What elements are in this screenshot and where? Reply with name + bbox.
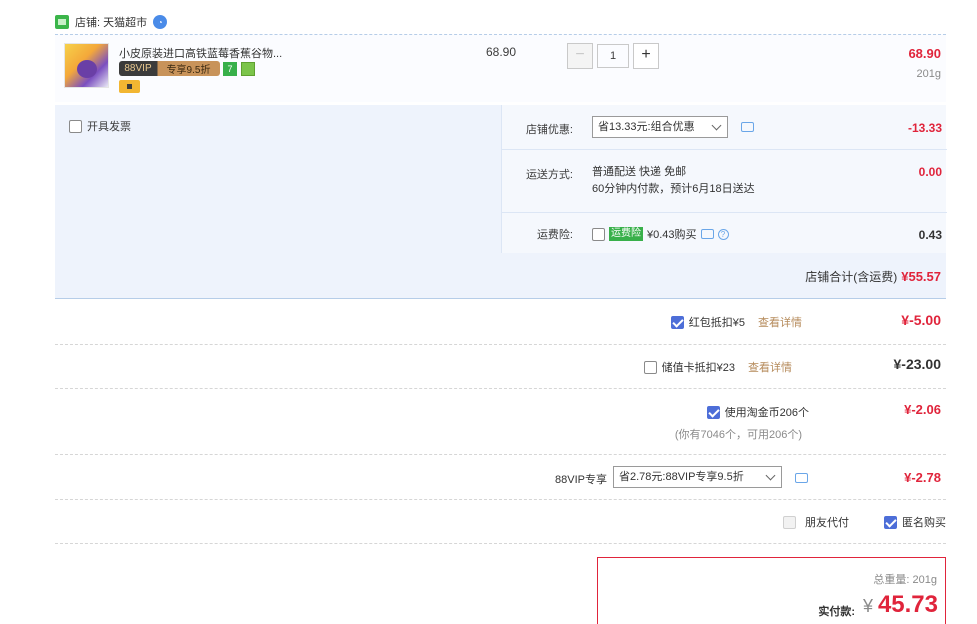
- stored-card-checkbox[interactable]: [643, 360, 657, 374]
- vip88-amount: ¥-2.78: [904, 470, 941, 485]
- shop-discount-label: 店铺优惠:: [525, 124, 573, 136]
- service-badge-icon: [241, 62, 255, 76]
- anonymous-option[interactable]: 匿名购买: [884, 514, 946, 530]
- anonymous-label: 匿名购买: [902, 517, 946, 529]
- shop-total-amount: ¥55.57: [901, 269, 941, 284]
- anonymous-checkbox[interactable]: [884, 515, 897, 529]
- comment-icon[interactable]: [795, 473, 808, 483]
- taojinbi-option[interactable]: 使用淘金币206个: [706, 404, 809, 420]
- payment-options-row: 朋友代付 匿名购买: [55, 500, 946, 544]
- item-weight: 201g: [916, 68, 941, 80]
- card-payment-icon: [119, 80, 140, 93]
- shipping-method: 普通配送 快递 免邮: [592, 166, 687, 178]
- insurance-row: 运费险: 运费险 ¥0.43购买 ? 0.43: [502, 213, 947, 253]
- stored-card-label: 储值卡抵扣¥23: [661, 362, 735, 374]
- invoice-label: 开具发票: [87, 121, 131, 133]
- shipping-info: 普通配送 快递 免邮 60分钟内付款，预计6月18日送达: [592, 164, 755, 198]
- stored-card-amount: ¥-23.00: [893, 356, 941, 372]
- quantity-decrease-button[interactable]: −: [567, 43, 593, 69]
- shop-name[interactable]: 店铺: 天猫超市: [75, 14, 147, 30]
- shop-icon: [55, 15, 69, 29]
- total-weight: 总重量: 201g: [873, 574, 937, 586]
- vip88-label: 88VIP专享: [555, 474, 607, 486]
- vip-tag-prefix: 88VIP: [124, 63, 152, 74]
- invoice-option[interactable]: 开具发票: [69, 118, 131, 134]
- stored-card-option[interactable]: 储值卡抵扣¥23 查看详情: [643, 359, 792, 375]
- friend-pay-checkbox[interactable]: [783, 515, 796, 529]
- red-packet-details-link[interactable]: 查看详情: [758, 314, 802, 330]
- unit-price: 68.90: [486, 45, 517, 59]
- red-packet-checkbox[interactable]: [670, 315, 684, 329]
- vip-tag-discount: 专享9.5折: [166, 65, 211, 76]
- currency-symbol: ¥: [862, 596, 873, 616]
- red-packet-amount: ¥-5.00: [901, 312, 941, 328]
- seven-day-return-icon: 7: [223, 62, 237, 76]
- item-subtotal: 68.90: [908, 46, 941, 61]
- insurance-tag: 运费险: [609, 227, 643, 241]
- quantity-increase-button[interactable]: +: [633, 43, 659, 69]
- shop-detail-panel: 店铺优惠: 省13.33元:组合优惠 -13.33 运送方式: 普通配送 快递 …: [501, 105, 947, 253]
- stored-card-details-link[interactable]: 查看详情: [748, 359, 792, 375]
- shop-discount-amount: -13.33: [907, 121, 942, 135]
- quantity-input[interactable]: 1: [597, 44, 629, 68]
- vip88-discount-select[interactable]: 省2.78元:88VIP专享9.5折: [613, 466, 782, 488]
- vip-discount-tag: 88VIP 专享9.5折: [119, 61, 220, 76]
- red-packet-row: 红包抵扣¥5 查看详情 ¥-5.00: [55, 300, 946, 345]
- taojinbi-amount: ¥-2.06: [904, 402, 941, 417]
- product-thumbnail[interactable]: [64, 43, 109, 88]
- friend-pay-option[interactable]: 朋友代付: [783, 514, 849, 530]
- insurance-label: 运费险:: [536, 229, 573, 241]
- insurance-amount: 0.43: [918, 228, 942, 242]
- taojinbi-checkbox[interactable]: [706, 405, 720, 419]
- shop-options-panel: 开具发票 店铺优惠: 省13.33元:组合优惠 -13.33 运送方式: 普通配…: [55, 105, 947, 299]
- red-packet-option[interactable]: 红包抵扣¥5 查看详情: [670, 314, 802, 330]
- taojinbi-row: 使用淘金币206个 (你有7046个，可用206个) ¥-2.06: [55, 389, 946, 455]
- wangwang-chat-icon[interactable]: ◔: [153, 15, 168, 29]
- insurance-option: 运费险 ¥0.43购买 ?: [592, 226, 729, 242]
- friend-pay-label: 朋友代付: [805, 517, 849, 529]
- insurance-price: ¥0.43购买: [647, 229, 697, 241]
- help-icon[interactable]: ?: [717, 228, 729, 240]
- taojinbi-note: (你有7046个，可用206个): [674, 429, 802, 441]
- shipping-eta: 60分钟内付款，预计6月18日送达: [592, 183, 755, 195]
- insurance-checkbox[interactable]: [592, 227, 605, 241]
- quantity-stepper: − 1 +: [567, 43, 659, 69]
- shipping-row: 运送方式: 普通配送 快递 免邮 60分钟内付款，预计6月18日送达 0.00: [502, 150, 947, 213]
- invoice-checkbox[interactable]: [69, 119, 82, 133]
- stored-card-row: 储值卡抵扣¥23 查看详情 ¥-23.00: [55, 345, 946, 389]
- comment-icon[interactable]: [741, 122, 754, 132]
- actual-payment-amount: 45.73: [877, 591, 938, 618]
- vip88-row: 88VIP专享 省2.78元:88VIP专享9.5折 ¥-2.78: [55, 455, 946, 500]
- product-title[interactable]: 小皮原装进口高铁蓝莓香蕉谷物...: [119, 45, 282, 61]
- actual-payment-label: 实付款:: [818, 606, 855, 618]
- shop-header: 店铺: 天猫超市 ◔: [55, 12, 168, 32]
- payment-summary: 总重量: 201g 实付款: ¥ 45.73: [597, 557, 946, 624]
- taojinbi-label: 使用淘金币206个: [724, 407, 809, 419]
- shop-total: 店铺合计(含运费) ¥55.57: [805, 268, 941, 285]
- shop-total-label: 店铺合计(含运费): [805, 270, 898, 284]
- shipping-label: 运送方式:: [525, 169, 573, 181]
- red-packet-label: 红包抵扣¥5: [688, 317, 745, 329]
- order-item-row: 小皮原装进口高铁蓝莓香蕉谷物... 88VIP 专享9.5折 7 68.90 −…: [55, 34, 946, 102]
- shop-discount-select[interactable]: 省13.33元:组合优惠: [592, 116, 728, 138]
- shipping-amount: 0.00: [918, 165, 942, 179]
- comment-icon[interactable]: [700, 229, 714, 239]
- shop-discount-row: 店铺优惠: 省13.33元:组合优惠 -13.33: [502, 105, 947, 150]
